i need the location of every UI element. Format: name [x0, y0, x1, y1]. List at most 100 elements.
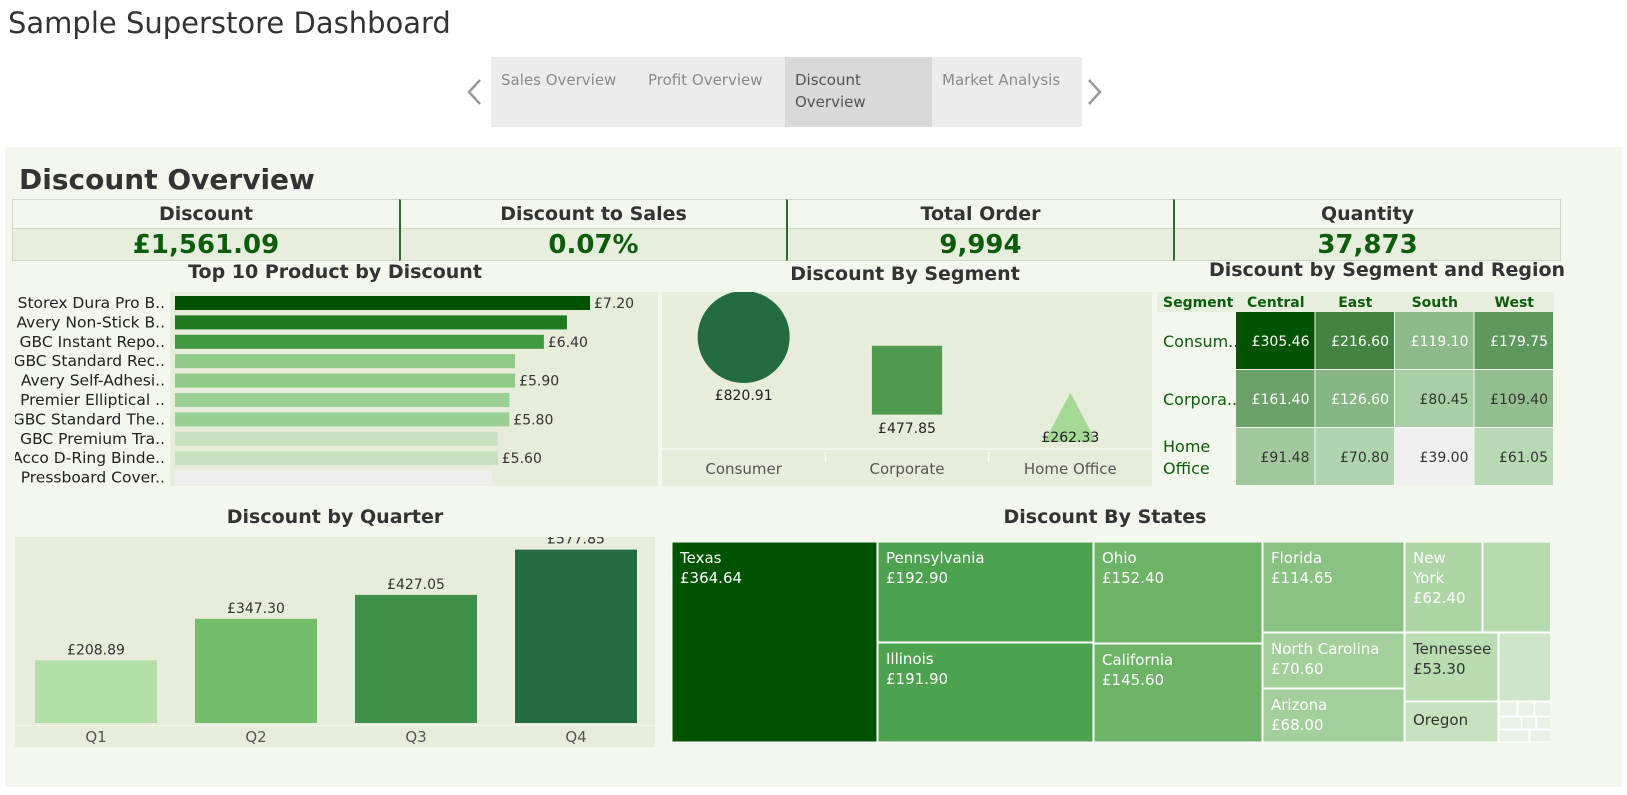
state-tile-tiny	[1534, 701, 1550, 717]
product-bar	[175, 431, 498, 446]
states-title: Discount By States	[1003, 506, 1207, 528]
product-value-label: £6.40	[548, 335, 588, 351]
dashboard: Discount Overview Discount £1,561.09 Dis…	[5, 147, 1622, 787]
kpi-row: Discount £1,561.09 Discount to Sales 0.0…	[12, 199, 1617, 261]
state-name-label: California	[1102, 651, 1173, 669]
heatmap-cell-value: £126.60	[1331, 392, 1389, 408]
product-value-label: £5.80	[513, 412, 553, 428]
heatmap-cell-value: £305.46	[1252, 334, 1310, 350]
product-bar	[175, 393, 510, 407]
state-name-label: Ohio	[1102, 549, 1137, 567]
segment-region-title: Discount by Segment and Region	[1208, 259, 1566, 281]
quarter-bar	[355, 594, 477, 723]
product-label: GBC Standard The..	[15, 410, 165, 428]
segment-value-label: £477.85	[878, 421, 936, 437]
product-bar	[175, 334, 544, 349]
state-value-label: £62.40	[1413, 589, 1466, 607]
quarter-chart: £208.89 Q1 £347.30 Q2 £427.05 Q3 £577.85 Q4	[15, 537, 655, 747]
product-value-label: £5.90	[519, 374, 559, 390]
states-treemap: Texas £364.64 Pennsylvania £192.90 Illinois £…	[671, 542, 1550, 743]
state-tile-small	[1498, 632, 1550, 702]
tab-sales-overview[interactable]: Sales Overview	[491, 57, 641, 127]
product-label: Storex Dura Pro B..	[18, 294, 165, 312]
heatmap-cell-value: £91.48	[1261, 450, 1310, 466]
region-header: West	[1495, 295, 1535, 311]
state-name-label: Oregon	[1413, 711, 1468, 729]
product-bar	[175, 412, 510, 427]
consumer-circle-marker	[697, 292, 790, 383]
quarter-value-label: £427.05	[387, 577, 445, 593]
kpi-label: Discount	[13, 200, 399, 229]
tab-profit-overview[interactable]: Profit Overview	[638, 57, 788, 127]
product-bar	[175, 451, 498, 466]
prev-tab-arrow-icon[interactable]	[463, 76, 487, 108]
state-name-label: Pennsylvania	[886, 549, 985, 567]
state-value-label: £68.00	[1271, 716, 1324, 734]
product-bar	[175, 315, 567, 330]
segment-axis-label: Consumer	[705, 460, 782, 478]
kpi-value: 37,873	[1317, 230, 1418, 260]
product-value-label: £5.60	[502, 451, 542, 467]
state-tile-tiny	[1529, 729, 1550, 743]
heatmap-cell-value: £179.75	[1490, 334, 1548, 350]
top10-title: Top 10 Product by Discount	[188, 261, 482, 283]
kpi-total-order: Total Order 9,994	[786, 199, 1174, 261]
kpi-value: £1,561.09	[132, 230, 280, 260]
product-bar	[175, 470, 493, 485]
region-header: Central	[1247, 295, 1305, 311]
segment-chart: £820.91 Consumer £477.85 Corporate £262.33 Ho…	[662, 292, 1152, 486]
state-value-label: £192.90	[886, 569, 948, 587]
quarter-axis-label: Q4	[565, 728, 586, 746]
state-name-label: Tennessee	[1412, 640, 1491, 658]
state-name-label: North Carolina	[1271, 640, 1379, 658]
state-name-label: New	[1413, 549, 1446, 567]
state-value-label: £70.60	[1271, 660, 1324, 678]
segment-value-label: £820.91	[715, 388, 773, 404]
quarter-value-label: £208.89	[67, 642, 125, 658]
quarter-bar	[515, 549, 637, 723]
state-tile-tiny	[1498, 729, 1530, 743]
quarter-title: Discount by Quarter	[226, 506, 444, 528]
segment-row-label: Office	[1163, 459, 1210, 478]
product-label: GBC Premium Tra..	[20, 430, 165, 448]
state-value-label: £152.40	[1102, 569, 1164, 587]
product-bar	[175, 373, 516, 388]
corporate-square-marker	[871, 345, 943, 415]
state-name-label: Arizona	[1271, 696, 1327, 714]
heatmap-cell-value: £119.10	[1411, 334, 1469, 350]
product-value-label: £7.20	[594, 296, 634, 312]
product-label: GBC Standard Rec..	[15, 352, 165, 370]
product-label: Premier Elliptical ..	[20, 391, 165, 409]
kpi-discount: Discount £1,561.09	[12, 199, 400, 261]
heatmap-cell-value: £216.60	[1331, 334, 1389, 350]
segment-header: Segment	[1163, 295, 1234, 311]
quarter-value-label: £577.85	[547, 537, 605, 548]
tab-discount-overview[interactable]: Discount Overview	[785, 57, 935, 127]
segment-row-label: Corpora..	[1163, 390, 1237, 409]
product-label: GBC Instant Repo..	[19, 333, 165, 351]
region-header: South	[1412, 295, 1458, 311]
app-title: Sample Superstore Dashboard	[8, 6, 451, 40]
segment-axis-label: Home Office	[1024, 460, 1117, 478]
kpi-label: Quantity	[1175, 200, 1560, 229]
kpi-discount-to-sales: Discount to Sales 0.07%	[399, 199, 787, 261]
state-name-label: Illinois	[886, 650, 934, 668]
state-name-label: York	[1412, 569, 1445, 587]
tab-market-analysis[interactable]: Market Analysis	[932, 57, 1082, 127]
segment-value-label: £262.33	[1041, 430, 1099, 446]
state-tile-tiny	[1517, 701, 1535, 717]
segment-axis-label: Corporate	[870, 460, 945, 478]
heatmap-cell-value: £161.40	[1252, 392, 1310, 408]
state-tile-tiny	[1498, 716, 1522, 730]
top10-product-chart: Storex Dura Pro B.. £7.20 Avery Non-Stick …	[15, 292, 658, 487]
heatmap-cell-value: £61.05	[1499, 450, 1548, 466]
axis-area	[15, 726, 655, 747]
segment-title: Discount By Segment	[790, 263, 1020, 285]
state-tile-small	[1482, 542, 1550, 633]
quarter-axis-label: Q1	[85, 728, 106, 746]
next-tab-arrow-icon[interactable]	[1082, 76, 1106, 108]
quarter-value-label: £347.30	[227, 601, 285, 617]
heatmap-cell-value: £80.45	[1420, 392, 1469, 408]
kpi-quantity: Quantity 37,873	[1173, 199, 1561, 261]
segment-row-label: Consum..	[1163, 332, 1238, 351]
